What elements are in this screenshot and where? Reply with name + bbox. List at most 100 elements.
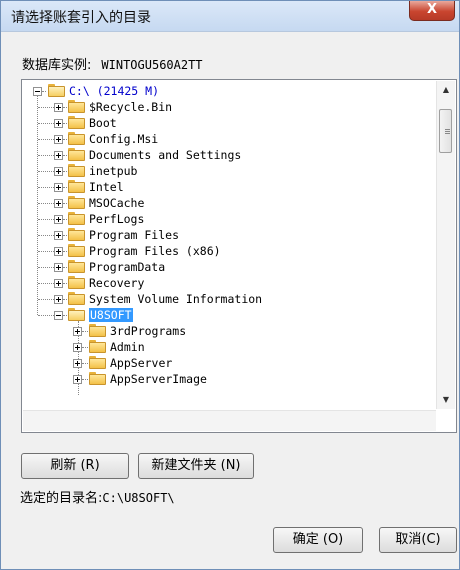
tree-node-label: Program Files (x86) — [89, 244, 221, 258]
tree-connector — [63, 299, 67, 300]
close-button[interactable]: X — [409, 1, 455, 21]
tree-node-label: Boot — [89, 116, 117, 130]
expand-plus-icon[interactable] — [54, 103, 63, 112]
expand-plus-icon[interactable] — [54, 263, 63, 272]
tree-connector — [38, 139, 54, 140]
directory-tree[interactable]: C:\ (21425 M) $Recycle.Bin Boot Config.Msi D… — [21, 79, 457, 433]
tree-connector — [82, 379, 88, 380]
grip-icon — [445, 129, 450, 130]
tree-connector — [82, 347, 88, 348]
expand-plus-icon[interactable] — [54, 167, 63, 176]
folder-icon — [68, 148, 85, 161]
db-instance-value: WINTOGU560A2TT — [101, 58, 203, 72]
tree-node-label: U8SOFT — [89, 308, 133, 322]
expand-plus-icon[interactable] — [54, 151, 63, 160]
tree-node-label: C:\ (21425 M) — [69, 84, 160, 98]
folder-icon — [68, 196, 85, 209]
expand-plus-icon[interactable] — [73, 359, 82, 368]
scrollbar-thumb[interactable] — [439, 109, 452, 153]
tree-node-label: AppServer — [110, 356, 173, 370]
selected-dir-label: 选定的目录名: — [20, 491, 103, 506]
tree-connector — [63, 219, 67, 220]
tree-node-label: Program Files — [89, 228, 180, 242]
tree-node-label: $Recycle.Bin — [89, 100, 173, 114]
db-instance-label: 数据库实例: — [22, 58, 92, 73]
tree-connector — [38, 251, 54, 252]
new-folder-button[interactable]: 新建文件夹 (N) — [138, 453, 254, 479]
tree-connector — [38, 187, 54, 188]
tree-connector — [38, 171, 54, 172]
expand-plus-icon[interactable] — [54, 183, 63, 192]
expand-plus-icon[interactable] — [73, 375, 82, 384]
tree-connector — [38, 315, 54, 316]
tree-node-label: Documents and Settings — [89, 148, 242, 162]
folder-icon — [68, 180, 85, 193]
expand-plus-icon[interactable] — [54, 295, 63, 304]
tree-connector — [63, 123, 67, 124]
folder-icon — [68, 116, 85, 129]
folder-icon — [68, 228, 85, 241]
tree-connector — [82, 363, 88, 364]
tree-connector — [38, 219, 54, 220]
folder-icon — [89, 340, 106, 353]
tree-connector — [63, 187, 67, 188]
expand-plus-icon[interactable] — [54, 199, 63, 208]
expand-plus-icon[interactable] — [54, 231, 63, 240]
refresh-button[interactable]: 刷新 (R) — [21, 453, 129, 479]
tree-connector — [63, 155, 67, 156]
expand-plus-icon[interactable] — [54, 279, 63, 288]
folder-open-icon — [48, 84, 65, 97]
dialog-title: 请选择账套引入的目录 — [11, 10, 151, 26]
tree-connector — [38, 155, 54, 156]
folder-icon — [89, 372, 106, 385]
folder-icon — [68, 164, 85, 177]
tree-connector — [38, 203, 54, 204]
folder-icon — [68, 100, 85, 113]
folder-icon — [89, 356, 106, 369]
folder-icon — [68, 260, 85, 273]
tree-connector — [63, 251, 67, 252]
folder-icon — [68, 132, 85, 145]
folder-icon — [89, 324, 106, 337]
tree-node-label: inetpub — [89, 164, 138, 178]
ok-button[interactable]: 确定 (O) — [273, 527, 363, 553]
tree-connector — [38, 123, 54, 124]
selected-dir-row: 选定的目录名:C:\U8SOFT\ — [20, 487, 175, 506]
collapse-minus-icon[interactable] — [33, 87, 42, 96]
tree-connector — [42, 91, 46, 92]
folder-open-icon — [68, 308, 85, 321]
tree-node-label: MSOCache — [89, 196, 145, 210]
tree-node-label: Intel — [89, 180, 124, 194]
tree-connector — [63, 267, 67, 268]
close-icon: X — [426, 2, 438, 17]
db-instance-row: 数据库实例: WINTOGU560A2TT — [22, 54, 203, 73]
scroll-up-arrow-icon[interactable]: ▲ — [438, 82, 454, 98]
tree-node-label: Config.Msi — [89, 132, 159, 146]
expand-plus-icon[interactable] — [54, 135, 63, 144]
expand-plus-icon[interactable] — [54, 119, 63, 128]
import-directory-dialog: 请选择账套引入的目录 X 数据库实例: WINTOGU560A2TT C:\ (2… — [0, 0, 460, 570]
tree-node-label: Admin — [110, 340, 145, 354]
selected-dir-value: C:\U8SOFT\ — [102, 491, 175, 505]
title-bar: 请选择账套引入的目录 X — [1, 1, 459, 32]
tree-connector — [63, 315, 67, 316]
cancel-button[interactable]: 取消(C) — [379, 527, 457, 553]
tree-node-label: PerfLogs — [89, 212, 145, 226]
vertical-scrollbar[interactable]: ▲ ▼ — [436, 81, 455, 409]
scroll-down-arrow-icon[interactable]: ▼ — [438, 392, 454, 408]
tree-connector — [63, 171, 67, 172]
expand-plus-icon[interactable] — [54, 247, 63, 256]
expand-plus-icon[interactable] — [54, 215, 63, 224]
folder-icon — [68, 276, 85, 289]
tree-node-label: ProgramData — [89, 260, 166, 274]
tree-connector — [63, 283, 67, 284]
collapse-minus-icon[interactable] — [54, 311, 63, 320]
expand-plus-icon[interactable] — [73, 327, 82, 336]
tree-connector — [38, 267, 54, 268]
tree-connector — [63, 235, 67, 236]
tree-connector — [38, 283, 54, 284]
horizontal-scrollbar-area[interactable] — [23, 410, 436, 431]
tree-node-label: AppServerImage — [110, 372, 207, 386]
tree-connector — [63, 107, 67, 108]
expand-plus-icon[interactable] — [73, 343, 82, 352]
